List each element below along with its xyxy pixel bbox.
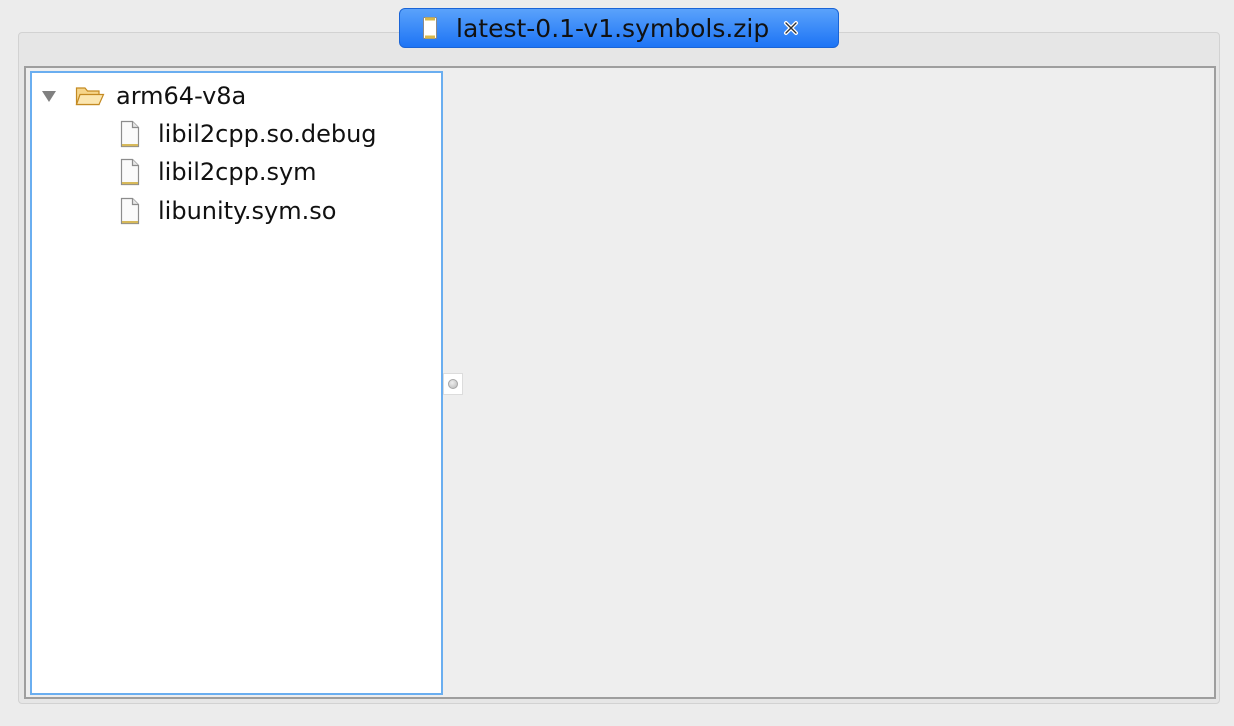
tree-item-root[interactable]: arm64-v8a <box>40 79 246 113</box>
tree-item-label: libil2cpp.sym <box>158 158 317 186</box>
tab-archive[interactable]: latest-0.1-v1.symbols.zip <box>399 8 839 48</box>
splitter-knob-icon <box>448 379 458 389</box>
archive-window: latest-0.1-v1.symbols.zip arm64-v8a libi… <box>0 0 1234 726</box>
file-icon <box>120 197 140 225</box>
tree-item-file[interactable]: libil2cpp.so.debug <box>120 117 377 151</box>
splitter-handle[interactable] <box>443 373 463 395</box>
expand-triangle-icon[interactable] <box>40 87 58 105</box>
editor-content: arm64-v8a libil2cpp.so.debug libil2cpp.s… <box>24 66 1216 699</box>
close-icon[interactable] <box>781 18 801 38</box>
tree-item-file[interactable]: libunity.sym.so <box>120 194 336 228</box>
tree-item-label: libunity.sym.so <box>158 197 337 225</box>
tab-title: latest-0.1-v1.symbols.zip <box>456 13 770 43</box>
detail-pane <box>464 68 1214 697</box>
archive-tree[interactable]: arm64-v8a libil2cpp.so.debug libil2cpp.s… <box>30 71 443 695</box>
folder-open-icon <box>75 84 105 108</box>
tree-item-label: arm64-v8a <box>116 82 247 110</box>
file-icon <box>120 158 140 186</box>
tree-item-file[interactable]: libil2cpp.sym <box>120 155 317 189</box>
file-icon <box>120 120 140 148</box>
archive-icon <box>422 16 438 40</box>
tree-item-label: libil2cpp.so.debug <box>158 120 377 148</box>
